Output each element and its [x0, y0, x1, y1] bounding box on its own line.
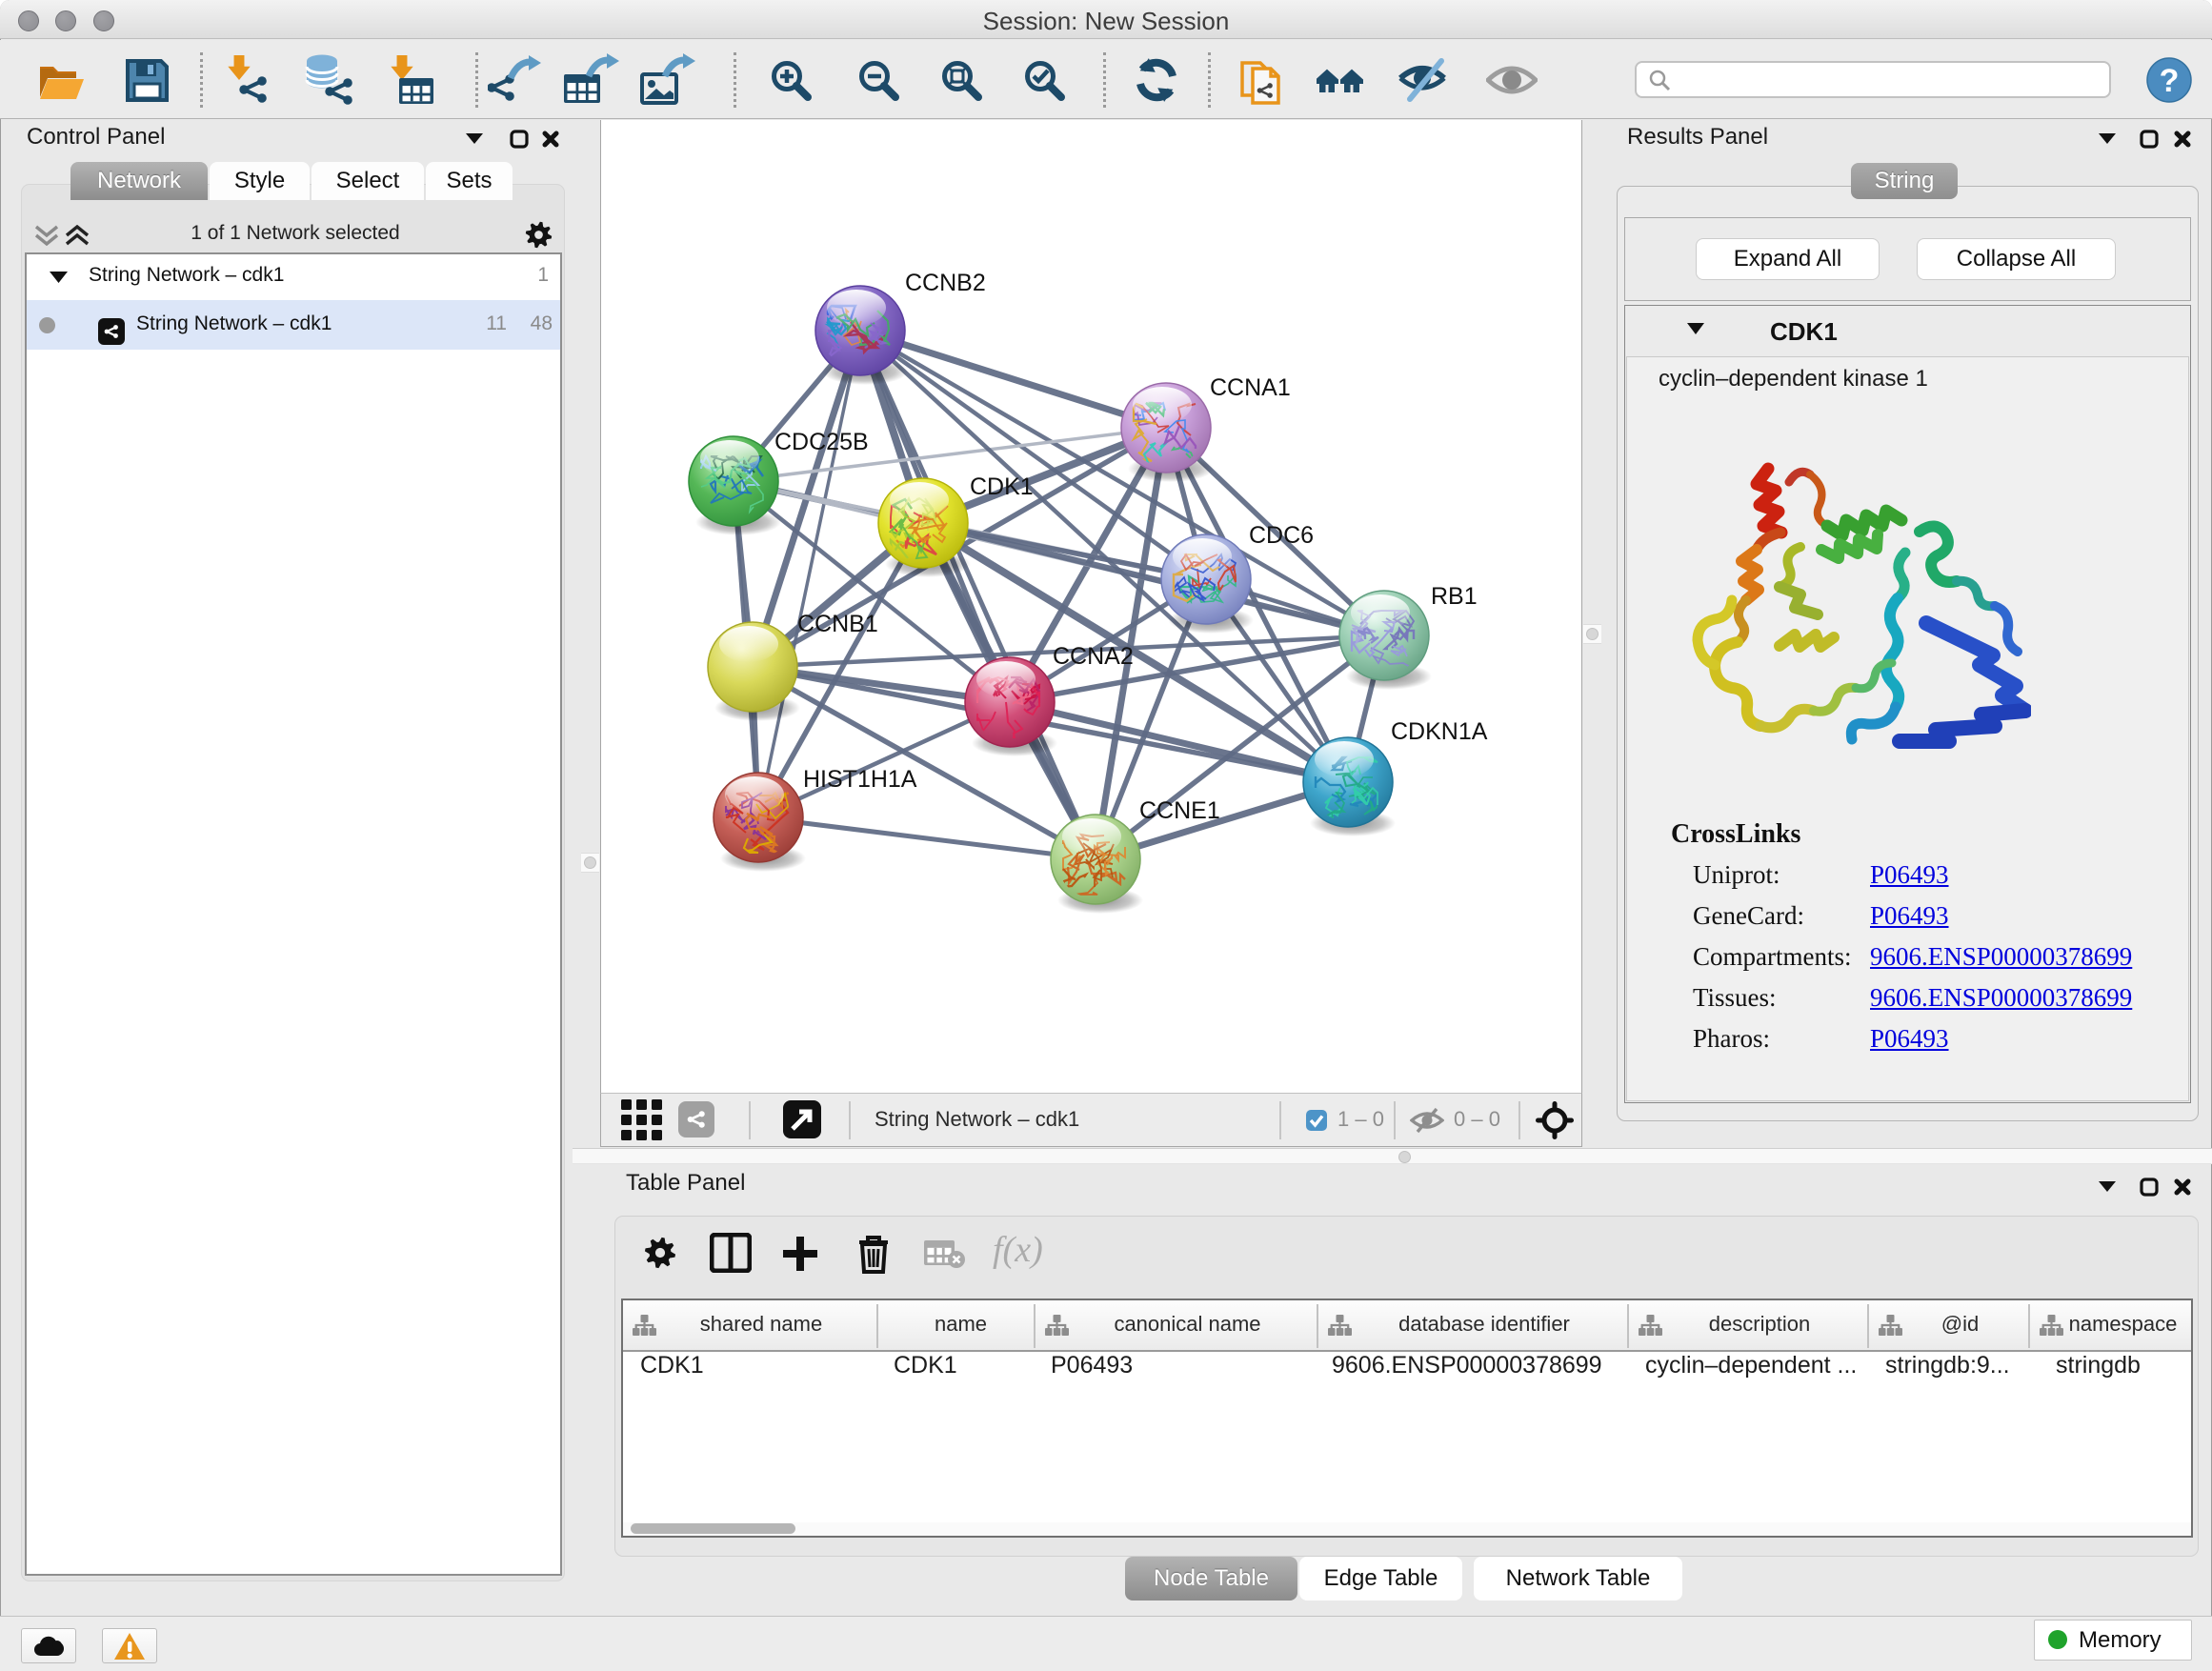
svg-text:?: ?: [2160, 63, 2180, 99]
